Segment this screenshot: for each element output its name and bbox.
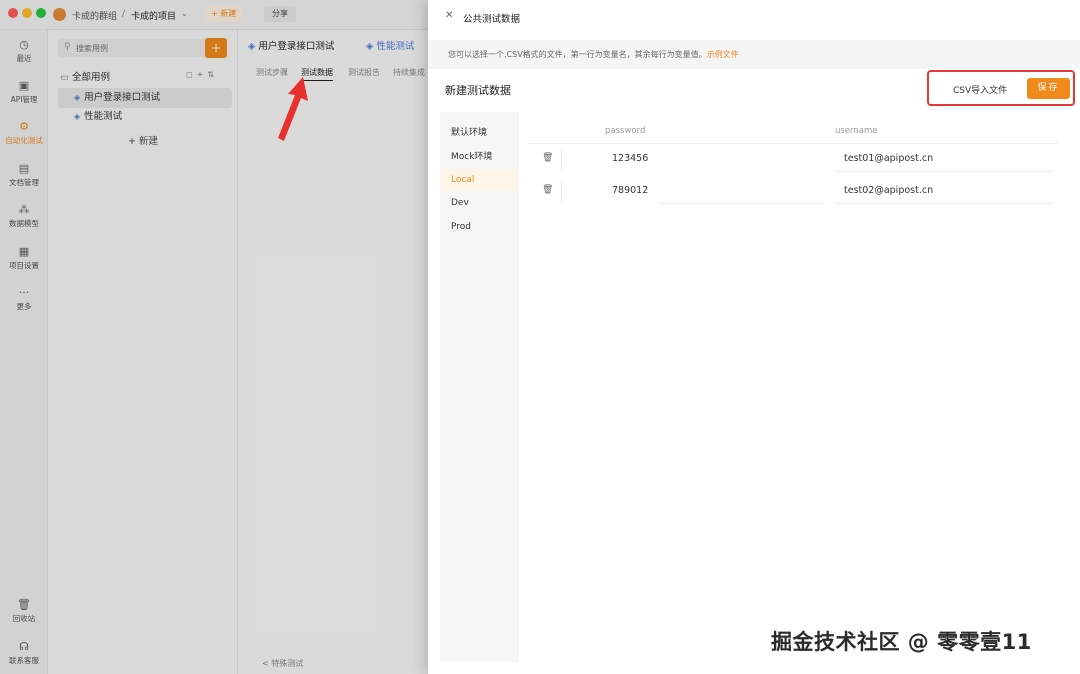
window-minimize-button[interactable]: [22, 8, 32, 18]
nav-label: 数据模型: [9, 219, 39, 228]
test-case-icon: ◈: [366, 41, 374, 52]
test-case-tree-panel: ⚲ + ▭全部用例 ◻+⇅ ◈用户登录接口测试 ◈性能测试 + 新建: [48, 30, 238, 674]
tree-root-all-cases[interactable]: ▭ 全部用例: [60, 69, 110, 83]
drawer-title: 公共测试数据: [463, 14, 521, 25]
project-name[interactable]: 卡成的项目: [131, 9, 176, 22]
tree-item-login-test[interactable]: ◈ 用户登录接口测试: [58, 88, 232, 108]
more-icon: ···: [18, 286, 30, 299]
nav-item-recent[interactable]: ◷ 最近: [0, 38, 48, 64]
env-item-default[interactable]: 默认环境: [440, 122, 519, 144]
column-header-password: password: [605, 126, 646, 136]
save-button[interactable]: 保存: [1027, 78, 1070, 99]
nav-label: 自动化测试: [5, 136, 43, 145]
table-row: 🗑 123456 test01@apipost.cn: [528, 145, 1058, 175]
table-row: 🗑 789012 test02@apipost.cn: [528, 177, 1058, 207]
nav-label: 最近: [16, 54, 32, 63]
annotation-arrow: [278, 77, 308, 141]
nav-label: 联系客服: [9, 656, 39, 665]
nav-item-support[interactable]: ☊ 联系客服: [0, 640, 48, 666]
subtab-ci[interactable]: 持续集成: [393, 67, 425, 78]
test-case-icon: ◈: [74, 93, 81, 102]
test-case-icon: ◈: [74, 112, 81, 121]
nav-item-data-model[interactable]: ⁂ 数据模型: [0, 203, 48, 229]
row-divider: [561, 149, 562, 171]
cell-password[interactable]: 789012: [612, 185, 648, 196]
tree-item-label: 性能测试: [84, 111, 123, 122]
tree-search-box[interactable]: ⚲: [58, 39, 208, 57]
nav-item-api[interactable]: ▣ API管理: [0, 79, 48, 105]
nav-item-project-settings[interactable]: ▦ 项目设置: [0, 245, 48, 271]
feature-hint[interactable]: < 特殊测试: [262, 658, 303, 669]
dataset-title: 新建测试数据: [445, 84, 511, 97]
cell-underline: [834, 203, 1054, 204]
nav-label: 项目设置: [9, 261, 39, 270]
drawer-hint-bar: 您可以选择一个.CSV格式的文件，第一行为变量名，其余每行为变量值。示例文件: [428, 40, 1080, 69]
automation-icon: ⚙: [19, 120, 29, 133]
hint-text: 您可以选择一个.CSV格式的文件，第一行为变量名，其余每行为变量值。: [448, 50, 707, 59]
csv-import-button[interactable]: CSV导入文件: [953, 83, 1007, 96]
nav-item-automation[interactable]: ⚙ 自动化测试: [0, 120, 48, 146]
tree-root-label: 全部用例: [71, 72, 110, 83]
cell-password[interactable]: 123456: [612, 153, 648, 164]
close-icon[interactable]: ✕: [445, 10, 453, 21]
tab-performance-test[interactable]: ◈ 性能测试: [366, 38, 414, 52]
cell-underline: [658, 203, 824, 204]
window-maximize-button[interactable]: [36, 8, 46, 18]
clock-icon: ◷: [19, 38, 29, 51]
document-icon: ▤: [18, 162, 30, 175]
window-close-button[interactable]: [8, 8, 18, 18]
nav-label: API管理: [10, 95, 38, 104]
cell-username[interactable]: test01@apipost.cn: [844, 153, 933, 164]
chevron-down-icon[interactable]: ⌄: [181, 9, 188, 18]
share-button[interactable]: 分享: [264, 6, 296, 22]
trash-icon[interactable]: 🗑: [542, 153, 553, 163]
tab-login-test[interactable]: ◈ 用户登录接口测试: [248, 38, 334, 52]
env-item-prod[interactable]: Prod: [440, 216, 519, 238]
new-button[interactable]: + 新建: [205, 6, 243, 22]
main-content-area: ◈ 用户登录接口测试 ◈ 性能测试 测试步骤 测试数据 测试报告 持续集成 < …: [238, 30, 428, 674]
settings-icon: ▦: [18, 245, 30, 258]
nav-item-docs[interactable]: ▤ 文档管理: [0, 162, 48, 188]
team-avatar: [53, 8, 66, 21]
api-icon: ▣: [18, 79, 30, 92]
nav-item-recycle-bin[interactable]: 🗑 回收站: [0, 598, 48, 624]
trash-icon[interactable]: 🗑: [542, 185, 553, 195]
tab-label: 性能测试: [376, 41, 415, 52]
nav-item-more[interactable]: ··· 更多: [0, 286, 48, 312]
add-case-button[interactable]: +: [205, 38, 227, 58]
tree-new-button[interactable]: + 新建: [128, 133, 158, 147]
trash-icon: 🗑: [17, 598, 31, 611]
data-model-icon: ⁂: [18, 203, 30, 216]
search-icon: ⚲: [64, 42, 71, 52]
nav-label: 回收站: [12, 614, 36, 623]
example-file-link[interactable]: 示例文件: [707, 50, 739, 59]
tree-item-label: 用户登录接口测试: [84, 92, 161, 103]
tree-toolbar[interactable]: ◻+⇅: [186, 70, 218, 79]
test-case-icon: ◈: [248, 41, 256, 52]
env-item-local[interactable]: Local: [440, 169, 519, 191]
nav-label: 更多: [16, 302, 32, 311]
env-item-mock[interactable]: Mock环境: [440, 146, 519, 168]
row-divider: [561, 181, 562, 203]
nav-label: 文档管理: [9, 178, 39, 187]
environment-list: 默认环境 Mock环境 Local Dev Prod: [440, 112, 519, 662]
tab-label: 用户登录接口测试: [258, 41, 335, 52]
public-test-data-drawer: ✕ 公共测试数据 您可以选择一个.CSV格式的文件，第一行为变量名，其余每行为变…: [428, 0, 1080, 674]
env-item-dev[interactable]: Dev: [440, 192, 519, 214]
headset-icon: ☊: [19, 640, 29, 653]
folder-icon: ▭: [60, 72, 69, 83]
tree-search-input[interactable]: [76, 41, 204, 55]
subtab-test-report[interactable]: 测试报告: [348, 67, 380, 78]
icon-sidebar: ◷ 最近 ▣ API管理 ⚙ 自动化测试 ▤ 文档管理 ⁂ 数据模型 ▦ 项目设置 ··· 更…: [0, 30, 48, 674]
column-header-username: username: [835, 126, 878, 136]
cell-underline: [834, 171, 1054, 172]
tree-item-performance-test[interactable]: ◈ 性能测试: [58, 107, 232, 127]
breadcrumb-separator: /: [122, 9, 126, 19]
team-name[interactable]: 卡成的群组: [72, 9, 117, 22]
cell-username[interactable]: test02@apipost.cn: [844, 185, 933, 196]
watermark: 掘金技术社区 @ 零零壹11: [771, 630, 1032, 654]
table-header: password username: [528, 118, 1058, 144]
